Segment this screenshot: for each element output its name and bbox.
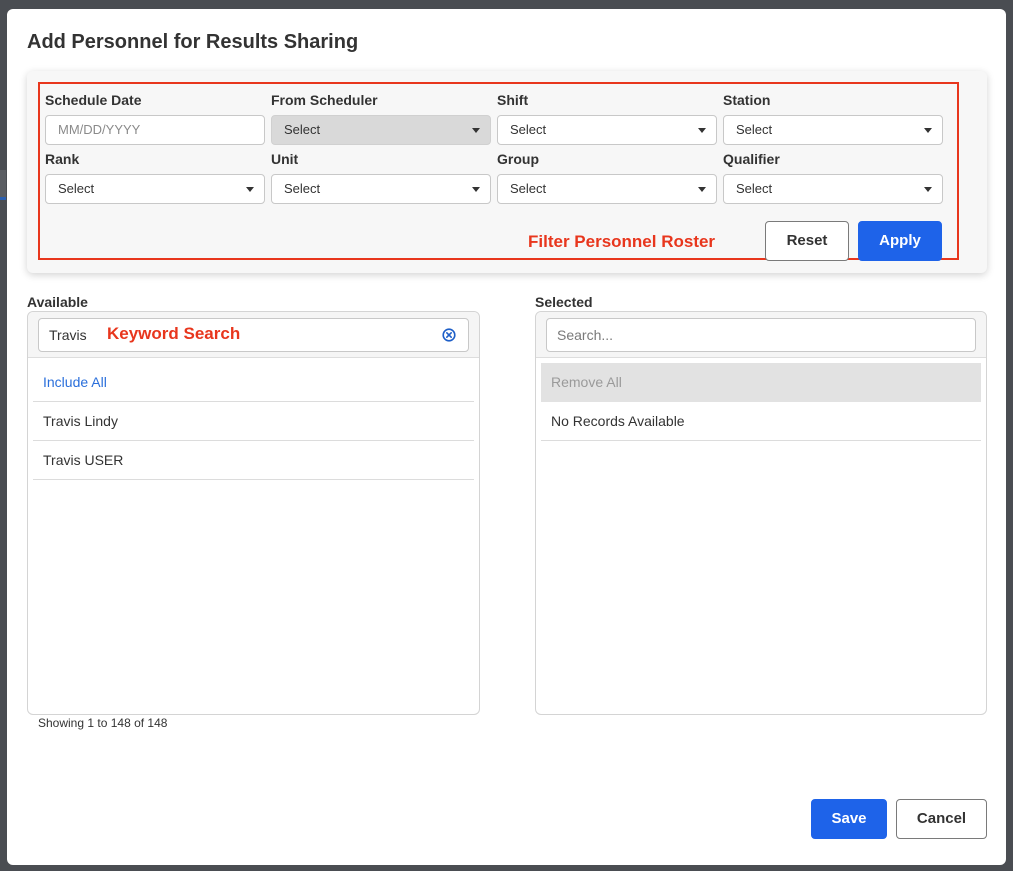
selected-list-panel: Search... Remove All No Records Availabl…	[535, 311, 987, 715]
available-list-panel: Travis Keyword Search Include All Travis…	[27, 311, 480, 715]
apply-button[interactable]: Apply	[858, 221, 942, 261]
shift-value: Select	[510, 122, 547, 137]
rank-label: Rank	[45, 151, 80, 167]
keyword-search-annotation: Keyword Search	[107, 324, 241, 343]
group-label: Group	[497, 151, 539, 167]
shift-select[interactable]: Select	[497, 115, 717, 145]
save-button[interactable]: Save	[811, 799, 887, 839]
station-value: Select	[736, 122, 773, 137]
qualifier-label: Qualifier	[723, 151, 780, 167]
filter-annotation: Filter Personnel Roster	[528, 232, 716, 251]
from-scheduler-value: Select	[284, 122, 321, 137]
modal-title: Add Personnel for Results Sharing	[27, 31, 359, 53]
empty-state-text: No Records Available	[541, 402, 981, 441]
available-search-input[interactable]: Travis Keyword Search	[38, 318, 469, 352]
list-item[interactable]: Travis USER	[33, 441, 474, 480]
shift-field: Shift Select	[497, 90, 717, 145]
selected-search-bar: Search...	[536, 312, 986, 358]
rank-select[interactable]: Select	[45, 174, 265, 204]
list-item[interactable]: Travis Lindy	[33, 402, 474, 441]
chevron-down-icon	[472, 187, 480, 192]
unit-field: Unit Select	[271, 149, 491, 204]
station-label: Station	[723, 92, 771, 108]
unit-label: Unit	[271, 151, 299, 167]
schedule-date-field: Schedule Date MM/DD/YYYY	[45, 90, 265, 145]
group-value: Select	[510, 181, 547, 196]
filter-panel: Schedule Date MM/DD/YYYY From Scheduler …	[27, 71, 987, 273]
from-scheduler-select: Select	[271, 115, 491, 145]
group-select[interactable]: Select	[497, 174, 717, 204]
selected-search-input[interactable]: Search...	[546, 318, 976, 352]
unit-value: Select	[284, 181, 321, 196]
selected-label: Selected	[535, 294, 593, 310]
from-scheduler-label: From Scheduler	[271, 92, 378, 108]
showing-count: Showing 1 to 148 of 148	[38, 716, 168, 730]
include-all-link[interactable]: Include All	[33, 363, 474, 402]
station-field: Station Select	[723, 90, 943, 145]
remove-all-button: Remove All	[541, 363, 981, 402]
chevron-down-icon	[924, 187, 932, 192]
rank-field: Rank Select	[45, 149, 265, 204]
available-search-value: Travis	[49, 327, 87, 343]
from-scheduler-field: From Scheduler Select	[271, 90, 491, 145]
available-search-bar: Travis Keyword Search	[28, 312, 479, 358]
unit-select[interactable]: Select	[271, 174, 491, 204]
schedule-date-label: Schedule Date	[45, 92, 142, 108]
add-personnel-modal: Add Personnel for Results Sharing Schedu…	[7, 9, 1006, 865]
chevron-down-icon	[698, 128, 706, 133]
shift-label: Shift	[497, 92, 529, 108]
group-field: Group Select	[497, 149, 717, 204]
reset-button[interactable]: Reset	[765, 221, 849, 261]
schedule-date-input[interactable]: MM/DD/YYYY	[45, 115, 265, 145]
available-label: Available	[27, 294, 88, 310]
clear-circle-icon[interactable]	[442, 328, 456, 342]
chevron-down-icon	[246, 187, 254, 192]
chevron-down-icon	[924, 128, 932, 133]
chevron-down-icon	[472, 128, 480, 133]
qualifier-field: Qualifier Select	[723, 149, 943, 204]
rank-value: Select	[58, 181, 95, 196]
station-select[interactable]: Select	[723, 115, 943, 145]
background-tab	[0, 170, 6, 200]
qualifier-select[interactable]: Select	[723, 174, 943, 204]
qualifier-value: Select	[736, 181, 773, 196]
cancel-button[interactable]: Cancel	[896, 799, 987, 839]
chevron-down-icon	[698, 187, 706, 192]
